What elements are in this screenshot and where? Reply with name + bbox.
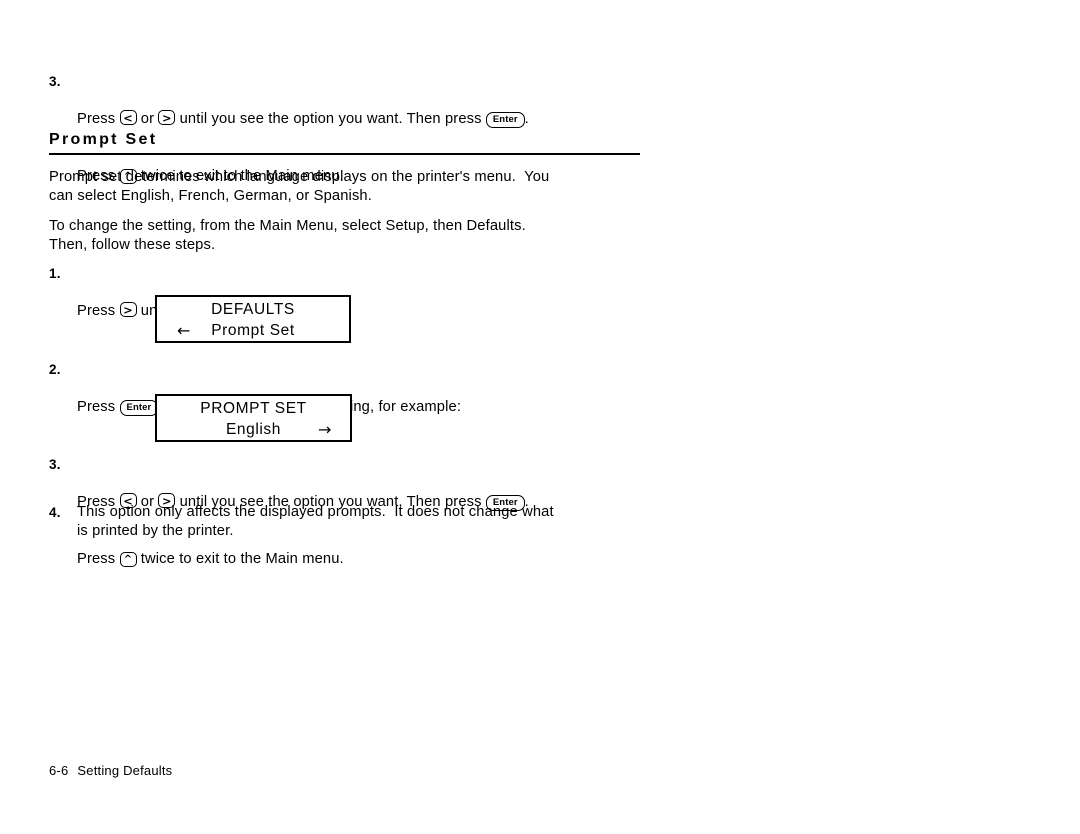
- intro-paragraph-2: To change the setting, from the Main Men…: [49, 218, 526, 253]
- step-number: 4.: [49, 505, 61, 520]
- right-arrow-key-icon: >: [158, 110, 176, 125]
- printer-display-box-prompt-set: PROMPT SET English →: [155, 394, 352, 442]
- step-line-1: Press < or > until you see the option yo…: [77, 110, 529, 129]
- step-text-segment: Press: [77, 551, 120, 567]
- step-text-segment: .: [524, 111, 529, 127]
- step-number: 1.: [49, 266, 61, 281]
- enter-key-icon: Enter: [485, 111, 525, 128]
- display-line-2: ← Prompt Set: [157, 320, 349, 341]
- section-heading-title: Prompt Set: [49, 131, 158, 148]
- display-line-2: English →: [157, 419, 350, 440]
- left-arrow-key-icon: <: [119, 110, 137, 125]
- display-line-2-text: English: [225, 421, 282, 438]
- footer-section-title: Setting Defaults: [77, 763, 173, 778]
- heading-divider: [49, 153, 640, 156]
- display-line-1: PROMPT SET: [200, 400, 307, 417]
- right-arrow-icon: →: [317, 420, 332, 439]
- step-text-segment: Press: [77, 303, 120, 319]
- display-line-1: DEFAULTS: [211, 301, 295, 318]
- step-number: 2.: [49, 362, 61, 377]
- step-item-4: 4. This option only affects the displaye…: [49, 503, 649, 541]
- document-page: 3. Press < or > until you see the option…: [0, 0, 1080, 834]
- left-arrow-icon: ←: [177, 321, 192, 340]
- step-text-segment: until you see the option you want. Then …: [175, 111, 486, 127]
- right-arrow-key-icon: >: [119, 302, 137, 317]
- step-text-segment: or: [136, 111, 159, 127]
- step-number: 3.: [49, 457, 61, 472]
- enter-key-icon: Enter: [119, 399, 159, 416]
- intro-paragraph-1: Prompt set determines which language dis…: [49, 169, 550, 204]
- printer-display-box-defaults: DEFAULTS ← Prompt Set: [155, 295, 351, 343]
- section-heading: Prompt Set: [49, 130, 640, 156]
- page-number: 6-6: [49, 763, 69, 778]
- page-footer: 6-6 Setting Defaults: [49, 763, 172, 778]
- step-text-segment: Press: [77, 111, 120, 127]
- up-arrow-key-icon: ^: [119, 551, 137, 567]
- display-line-2-text: Prompt Set: [211, 322, 295, 339]
- step-line-2: Press ^ twice to exit to the Main menu.: [77, 550, 529, 569]
- step-text: This option only affects the displayed p…: [77, 504, 554, 539]
- step-text-segment: Press: [77, 399, 120, 415]
- step-text-segment: twice to exit to the Main menu.: [136, 551, 344, 567]
- step-number: 3.: [49, 74, 61, 89]
